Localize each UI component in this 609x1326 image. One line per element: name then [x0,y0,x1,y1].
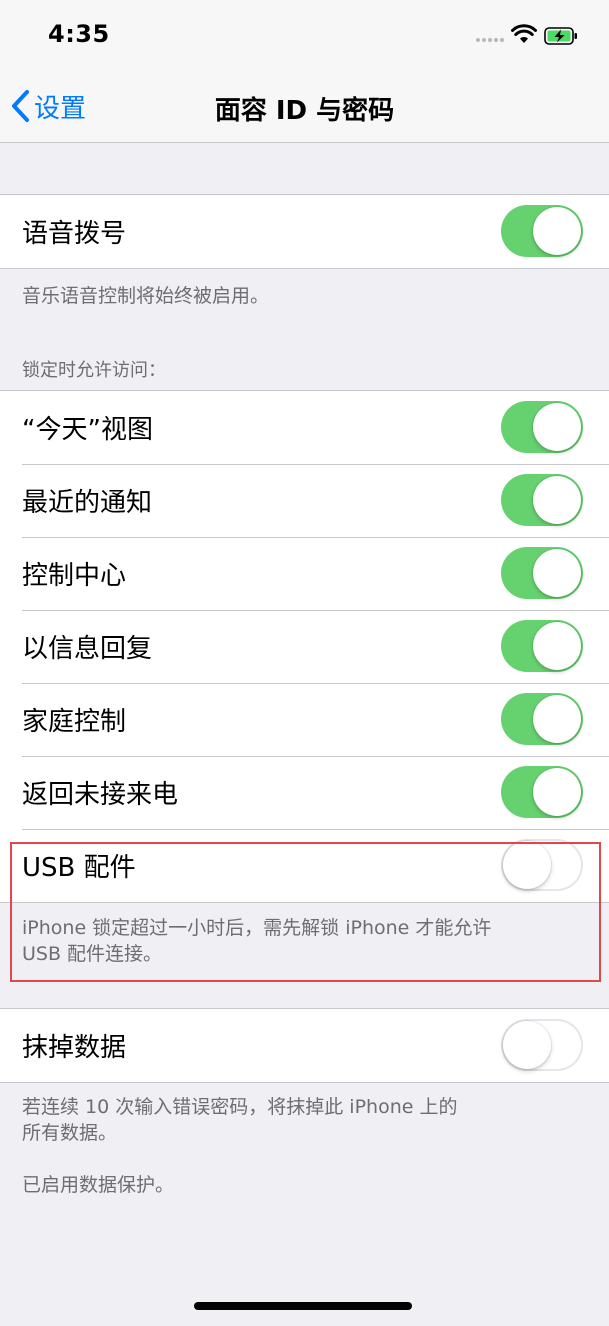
voice-dial-label: 语音拨号 [22,219,127,249]
page-title: 面容 ID 与密码 [214,96,395,126]
toggle-knob [533,549,581,597]
usb-accessories-footer: iPhone 锁定超过一小时后，需先解锁 iPhone 才能允许 USB 配件连… [22,915,562,967]
toggle-knob [533,622,581,670]
signal-icon [476,38,504,44]
toggle-knob [503,1021,551,1069]
voice-dial-toggle[interactable] [501,205,583,257]
control-center-toggle[interactable] [501,547,583,599]
today-view-label: “今天”视图 [22,415,153,445]
return-missed-calls-row: 返回未接来电 [0,756,609,829]
battery-charging-icon [544,27,577,45]
recent-notifications-label: 最近的通知 [22,488,153,518]
erase-data-label: 抹掉数据 [22,1033,127,1063]
erase-data-group: 抹掉数据 [0,1008,609,1083]
erase-data-toggle[interactable] [501,1019,583,1071]
toggle-knob [533,207,581,255]
erase-footer-line-1: 若连续 10 次输入错误密码，将抹掉此 iPhone 上的 [22,1096,458,1118]
lock-access-group: “今天”视图 最近的通知 控制中心 以信息回复 家庭控制 返回未接来电 USB … [0,390,609,903]
reply-with-message-toggle[interactable] [501,620,583,672]
voice-dial-group: 语音拨号 [0,194,609,269]
recent-notifications-toggle[interactable] [501,474,583,526]
erase-data-row: 抹掉数据 [0,1009,609,1082]
home-control-toggle[interactable] [501,693,583,745]
data-protection-note: 已启用数据保护。 [22,1174,175,1196]
toggle-knob [533,695,581,743]
home-control-row: 家庭控制 [0,683,609,756]
voice-dial-footer: 音乐语音控制将始终被启用。 [22,285,270,307]
usb-accessories-row: USB 配件 [0,829,609,902]
control-center-row: 控制中心 [0,537,609,610]
usb-accessories-toggle[interactable] [501,839,583,891]
control-center-label: 控制中心 [22,561,127,591]
home-indicator[interactable] [194,1302,412,1310]
recent-notifications-row: 最近的通知 [0,464,609,537]
navigation-bar: 设置 面容 ID 与密码 [0,70,609,143]
today-view-row: “今天”视图 [0,391,609,464]
lock-access-header: 锁定时允许访问： [22,360,166,381]
reply-with-message-row: 以信息回复 [0,610,609,683]
return-missed-calls-toggle[interactable] [501,766,583,818]
toggle-knob [533,768,581,816]
status-time: 4:35 [48,20,110,48]
toggle-knob [503,841,551,889]
status-bar: 4:35 [0,0,609,70]
usb-footer-line-2: USB 配件连接。 [22,943,163,965]
voice-dial-row: 语音拨号 [0,195,609,268]
usb-accessories-label: USB 配件 [22,853,136,883]
usb-footer-line-1: iPhone 锁定超过一小时后，需先解锁 iPhone 才能允许 [22,917,492,939]
home-control-label: 家庭控制 [22,707,127,737]
wifi-icon [511,24,537,43]
return-missed-calls-label: 返回未接来电 [22,780,179,810]
toggle-knob [533,476,581,524]
reply-with-message-label: 以信息回复 [22,634,153,664]
erase-footer-line-2: 所有数据。 [22,1122,118,1144]
erase-data-footer: 若连续 10 次输入错误密码，将抹掉此 iPhone 上的 所有数据。 [22,1094,562,1146]
today-view-toggle[interactable] [501,401,583,453]
toggle-knob [533,403,581,451]
